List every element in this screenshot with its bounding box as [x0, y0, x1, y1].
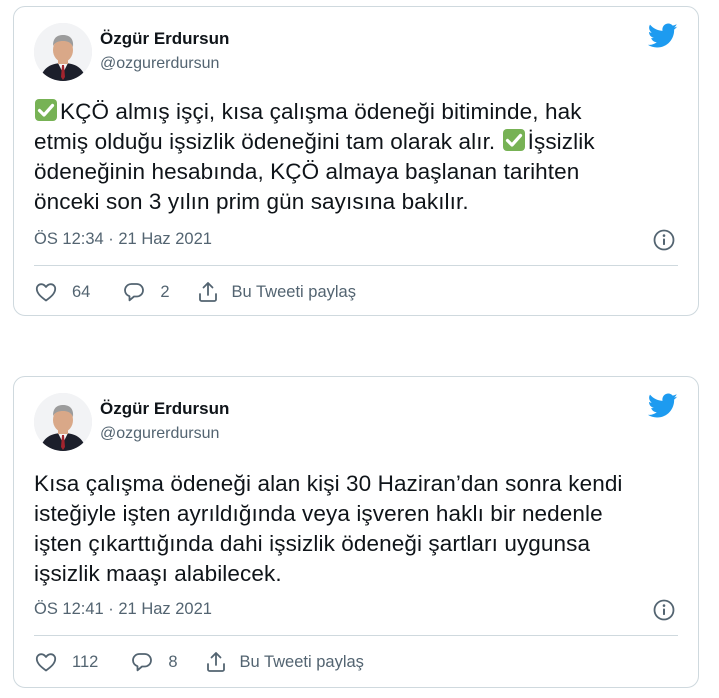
tweet-timestamp[interactable]: ÖS 12:41 · 21 Haz 2021	[34, 600, 212, 619]
tweet-text: KÇÖ almış işçi, kısa çalışma ödeneği bit…	[34, 97, 678, 217]
like-count: 112	[72, 652, 99, 671]
avatar[interactable]	[34, 393, 92, 451]
check-mark-button-emoji	[35, 99, 57, 121]
reply-count: 8	[168, 652, 178, 671]
tweet-text-line: etmiş olduğu işsizlik ödeneğini tam olar…	[34, 127, 678, 157]
tweet-text: Kısa çalışma ödeneği alan kişi 30 Hazira…	[34, 469, 678, 589]
like-button[interactable]: 112	[34, 650, 98, 674]
reply-button[interactable]: 8	[130, 650, 178, 674]
author-name[interactable]: Özgür Erdursun	[100, 399, 229, 419]
twitter-bird-icon[interactable]	[648, 23, 678, 49]
check-mark-button-emoji	[502, 129, 525, 151]
tweet-text-segment: İşsizlik	[527, 129, 595, 154]
reply-bubble-icon	[124, 283, 145, 302]
tweet-text-segment: KÇÖ almış işçi, kısa çalışma ödeneği bit…	[60, 99, 582, 124]
share-label: Bu Tweeti paylaş	[231, 282, 356, 301]
tweet-text-line: Kısa çalışma ödeneği alan kişi 30 Hazira…	[34, 471, 623, 496]
tweet-text-line: KÇÖ almış işçi, kısa çalışma ödeneği bit…	[34, 97, 678, 127]
tweet-card[interactable]: Özgür Erdursun @ozgurerdursun Kısa çalış…	[13, 376, 699, 688]
tweet-text-line: işsizlik maaşı alabilecek.	[34, 561, 282, 586]
tweet-actions: 64 2 Bu Tweeti paylaş	[34, 279, 356, 305]
reply-bubble-icon	[132, 653, 153, 672]
like-button[interactable]: 64	[34, 280, 90, 304]
author-name[interactable]: Özgür Erdursun	[100, 29, 229, 49]
reply-button[interactable]: 2	[122, 280, 170, 304]
info-icon[interactable]	[652, 228, 676, 252]
tweet-text-segment: etmiş olduğu işsizlik ödeneğini tam olar…	[34, 129, 502, 154]
share-icon	[206, 652, 225, 672]
tweet-text-line: ödeneğinin hesabında, KÇÖ almaya başlana…	[34, 159, 580, 184]
author-handle[interactable]: @ozgurerdursun	[100, 55, 219, 73]
tweet-text-line: işten çıkarttığında dahi işsizlik ödeneğ…	[34, 531, 591, 556]
tweet-text-line: isteğiyle işten ayrıldığında veya işvere…	[34, 501, 603, 526]
share-icon	[198, 282, 217, 302]
share-label: Bu Tweeti paylaş	[239, 652, 364, 671]
reply-count: 2	[160, 282, 170, 301]
tweet-text-line: önceki son 3 yılın prim gün sayısına bak…	[34, 189, 469, 214]
like-count: 64	[72, 282, 91, 301]
share-button[interactable]: Bu Tweeti paylaş	[196, 280, 356, 304]
tweet-card[interactable]: Özgür Erdursun @ozgurerdursun KÇÖ almış …	[13, 6, 699, 316]
heart-icon	[35, 283, 57, 302]
divider	[34, 265, 678, 266]
tweet-timestamp[interactable]: ÖS 12:34 · 21 Haz 2021	[34, 230, 212, 249]
share-button[interactable]: Bu Tweeti paylaş	[204, 650, 364, 674]
author-handle[interactable]: @ozgurerdursun	[100, 425, 219, 443]
heart-icon	[35, 653, 57, 672]
avatar[interactable]	[34, 23, 92, 81]
twitter-bird-icon[interactable]	[648, 393, 678, 419]
info-icon[interactable]	[652, 598, 676, 622]
divider	[34, 635, 678, 636]
tweet-actions: 112 8 Bu Tweeti paylaş	[34, 649, 364, 675]
